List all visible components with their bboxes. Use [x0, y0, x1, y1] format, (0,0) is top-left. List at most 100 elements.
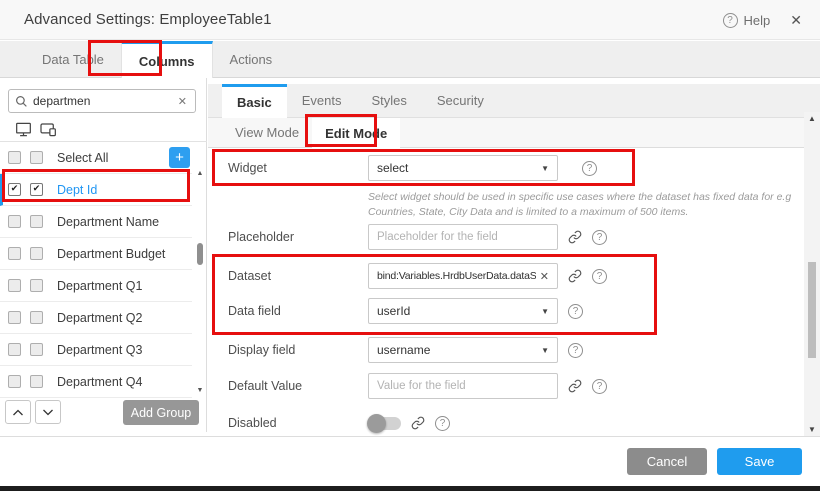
save-button[interactable]: Save: [717, 448, 802, 475]
list-item[interactable]: ✔ ✔ Department Q2: [0, 302, 192, 334]
default-value-input[interactable]: [377, 380, 549, 392]
dropdown-caret-icon: ▼: [541, 346, 549, 355]
clear-dataset-icon[interactable]: ✕: [540, 270, 549, 283]
field-label: Placeholder: [228, 230, 368, 244]
list-item[interactable]: ✔ ✔ Department Q1: [0, 270, 192, 302]
checkbox[interactable]: ✔: [8, 311, 21, 324]
move-down-button[interactable]: [35, 400, 61, 424]
list-item[interactable]: ✔ ✔ Department Name: [0, 206, 192, 238]
bind-icon[interactable]: [568, 230, 582, 244]
scrollbar-thumb[interactable]: [808, 262, 816, 358]
checkbox[interactable]: ✔: [8, 247, 21, 260]
bind-icon[interactable]: [568, 379, 582, 393]
scroll-up-icon[interactable]: ▲: [194, 170, 206, 177]
data-field-row: Data field userId ▼ ?: [228, 298, 583, 324]
checkbox[interactable]: ✔: [30, 247, 43, 260]
checkbox[interactable]: ✔: [30, 311, 43, 324]
checkbox[interactable]: ✔: [30, 375, 43, 388]
field-label: Default Value: [228, 379, 368, 393]
tab-events[interactable]: Events: [287, 84, 357, 117]
field-label: Data field: [228, 304, 368, 318]
scroll-up-icon[interactable]: ▲: [804, 114, 820, 123]
checkbox[interactable]: ✔: [8, 375, 21, 388]
help-button[interactable]: ? Help: [723, 13, 771, 28]
list-item[interactable]: ✔ ✔ Department Q4: [0, 366, 192, 398]
help-icon[interactable]: ?: [592, 230, 607, 245]
field-label: Dataset: [228, 269, 368, 283]
display-field-select[interactable]: username ▼: [368, 337, 558, 363]
clear-search-icon[interactable]: ✕: [176, 95, 189, 108]
placeholder-input[interactable]: [377, 231, 549, 243]
tab-security[interactable]: Security: [422, 84, 499, 117]
dataset-input[interactable]: bind:Variables.HrdbUserData.dataSet ✕: [368, 263, 558, 289]
scrollbar-thumb[interactable]: [197, 243, 203, 265]
search-icon: [15, 95, 28, 108]
cancel-button[interactable]: Cancel: [627, 448, 707, 475]
tab-view-mode[interactable]: View Mode: [222, 118, 312, 147]
dialog-footer: Cancel Save: [0, 436, 820, 486]
checkbox[interactable]: ✔: [8, 151, 21, 164]
add-group-button[interactable]: Add Group: [123, 400, 199, 425]
main-tabbar: Data Table Columns Actions: [0, 41, 820, 78]
dropdown-caret-icon: ▼: [541, 164, 549, 173]
help-icon[interactable]: ?: [582, 161, 597, 176]
list-item[interactable]: ✔ ✔ Department Q3: [0, 334, 192, 366]
tab-data-table[interactable]: Data Table: [25, 41, 121, 77]
field-label: Widget: [228, 161, 368, 175]
tab-basic[interactable]: Basic: [222, 84, 287, 118]
checkbox-checked[interactable]: ✔: [30, 183, 43, 196]
checkbox[interactable]: ✔: [8, 343, 21, 356]
help-icon[interactable]: ?: [568, 343, 583, 358]
placeholder-input-wrap: [368, 224, 558, 250]
checkbox[interactable]: ✔: [30, 215, 43, 228]
help-icon[interactable]: ?: [568, 304, 583, 319]
placeholder-row: Placeholder ?: [228, 224, 607, 250]
default-value-input-wrap: [368, 373, 558, 399]
checkbox[interactable]: ✔: [8, 279, 21, 292]
help-icon[interactable]: ?: [435, 416, 450, 431]
scroll-down-icon[interactable]: ▼: [194, 387, 206, 394]
list-item-label: Department Name: [57, 215, 159, 229]
tab-edit-mode[interactable]: Edit Mode: [312, 118, 400, 148]
bind-icon[interactable]: [568, 269, 582, 283]
list-item-label: Dept Id: [57, 183, 97, 197]
list-item-select-all[interactable]: ✔ ✔ Select All +: [0, 142, 192, 174]
list-item-label: Department Q2: [57, 311, 142, 325]
dropdown-caret-icon: ▼: [541, 307, 549, 316]
column-search: ✕: [8, 89, 196, 113]
tab-columns[interactable]: Columns: [121, 41, 213, 78]
add-column-button[interactable]: +: [169, 147, 190, 168]
checkbox[interactable]: ✔: [8, 215, 21, 228]
list-item-dept-id[interactable]: ✔ ✔ Dept Id: [0, 174, 192, 206]
checkbox[interactable]: ✔: [30, 151, 43, 164]
list-item-label: Department Budget: [57, 247, 165, 261]
checkbox[interactable]: ✔: [30, 343, 43, 356]
help-icon[interactable]: ?: [592, 269, 607, 284]
tab-actions[interactable]: Actions: [213, 41, 290, 77]
list-item-label: Select All: [57, 151, 108, 165]
close-icon[interactable]: ✕: [786, 10, 806, 31]
panel-scrollbar[interactable]: ▲ ▼: [804, 112, 820, 436]
data-field-select[interactable]: userId ▼: [368, 298, 558, 324]
desktop-icon[interactable]: [15, 122, 32, 137]
checkbox[interactable]: ✔: [30, 279, 43, 292]
list-item-label: Department Q4: [57, 375, 142, 389]
search-input[interactable]: [33, 94, 176, 108]
help-icon[interactable]: ?: [592, 379, 607, 394]
dialog-header: Advanced Settings: EmployeeTable1 ? Help…: [0, 0, 820, 40]
tab-styles[interactable]: Styles: [356, 84, 421, 117]
help-label: Help: [744, 13, 771, 28]
window-bottom-edge: [0, 486, 820, 491]
widget-select[interactable]: select ▼: [368, 155, 558, 181]
list-scrollbar[interactable]: ▲ ▼: [194, 170, 206, 394]
columns-sidebar: ✕ ✔ ✔ Select All + ✔ ✔ Dept Id ✔: [0, 78, 207, 432]
bind-icon[interactable]: [411, 416, 425, 430]
widget-helper-text: Select widget should be used in specific…: [368, 190, 820, 220]
move-up-button[interactable]: [5, 400, 31, 424]
checkbox-checked[interactable]: ✔: [8, 183, 21, 196]
disabled-toggle[interactable]: [368, 417, 401, 430]
scroll-down-icon[interactable]: ▼: [804, 425, 820, 434]
dataset-row: Dataset bind:Variables.HrdbUserData.data…: [228, 263, 607, 289]
mobile-devices-icon[interactable]: [39, 122, 58, 137]
list-item[interactable]: ✔ ✔ Department Budget: [0, 238, 192, 270]
